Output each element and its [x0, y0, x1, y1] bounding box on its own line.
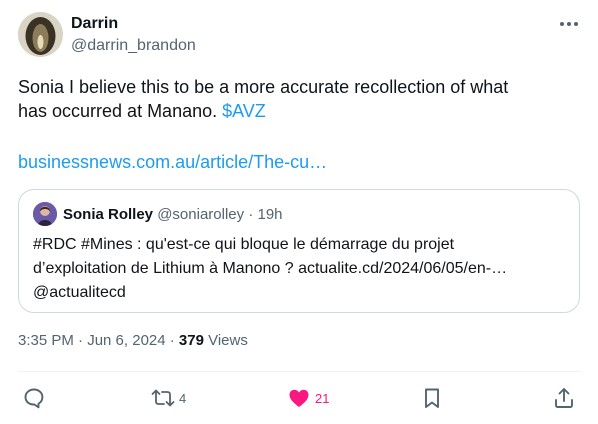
tweet-text: Sonia I believe this to be a more accura…	[18, 75, 578, 123]
reply-icon	[24, 388, 44, 409]
tweet-meta: 3:35 PM · Jun 6, 2024 · 379 Views	[18, 331, 248, 351]
retweet-count: 4	[179, 390, 187, 406]
author-name[interactable]: Darrin	[71, 14, 196, 34]
author-avatar[interactable]	[18, 12, 63, 57]
cashtag-link[interactable]: $AVZ	[222, 101, 266, 121]
more-options-button[interactable]	[556, 14, 582, 34]
tweet-text-line2-prefix: has occurred at Manano.	[18, 101, 223, 121]
retweet-icon	[151, 389, 175, 407]
article-link[interactable]: businessnews.com.au/article/The-cu…	[18, 150, 327, 174]
more-icon	[560, 22, 578, 26]
views-count: 379	[178, 332, 204, 349]
views-label: Views	[203, 332, 248, 349]
quote-author-avatar[interactable]	[33, 202, 57, 226]
share-icon	[555, 388, 573, 408]
quote-author-handle[interactable]: @soniarolley	[157, 206, 244, 223]
quote-text-line2: d’exploitation de Lithium à Manono ? act…	[33, 260, 508, 277]
quote-author-name[interactable]: Sonia Rolley	[63, 206, 153, 223]
divider	[18, 371, 580, 372]
retweet-button[interactable]: 4	[151, 386, 186, 410]
tweet-text-line2: has occurred at Manano. $AVZ	[18, 99, 578, 123]
quote-text: #RDC #Mines : qu'est-ce qui bloque le dé…	[33, 233, 569, 305]
bookmark-icon	[425, 388, 439, 408]
reply-button[interactable]	[22, 386, 46, 410]
tweet-timestamp[interactable]: 3:35 PM · Jun 6, 2024 ·	[18, 332, 179, 349]
like-count: 21	[315, 390, 330, 406]
quote-header: Sonia Rolley @soniarolley · 19h	[63, 205, 283, 225]
like-icon	[289, 389, 309, 407]
like-button[interactable]: 21	[287, 386, 329, 410]
bookmark-button[interactable]	[420, 386, 444, 410]
quote-text-line1: #RDC #Mines : qu'est-ce qui bloque le dé…	[33, 236, 455, 253]
author-block: Darrin @darrin_brandon	[71, 14, 196, 56]
author-handle[interactable]: @darrin_brandon	[71, 36, 196, 56]
tweet-text-line1: Sonia I believe this to be a more accura…	[18, 77, 509, 97]
share-button[interactable]	[552, 386, 576, 410]
quote-text-line3: @actualitecd	[33, 284, 126, 301]
quote-time: · 19h	[248, 206, 283, 223]
quoted-tweet[interactable]: Sonia Rolley @soniarolley · 19h #RDC #Mi…	[18, 189, 580, 313]
